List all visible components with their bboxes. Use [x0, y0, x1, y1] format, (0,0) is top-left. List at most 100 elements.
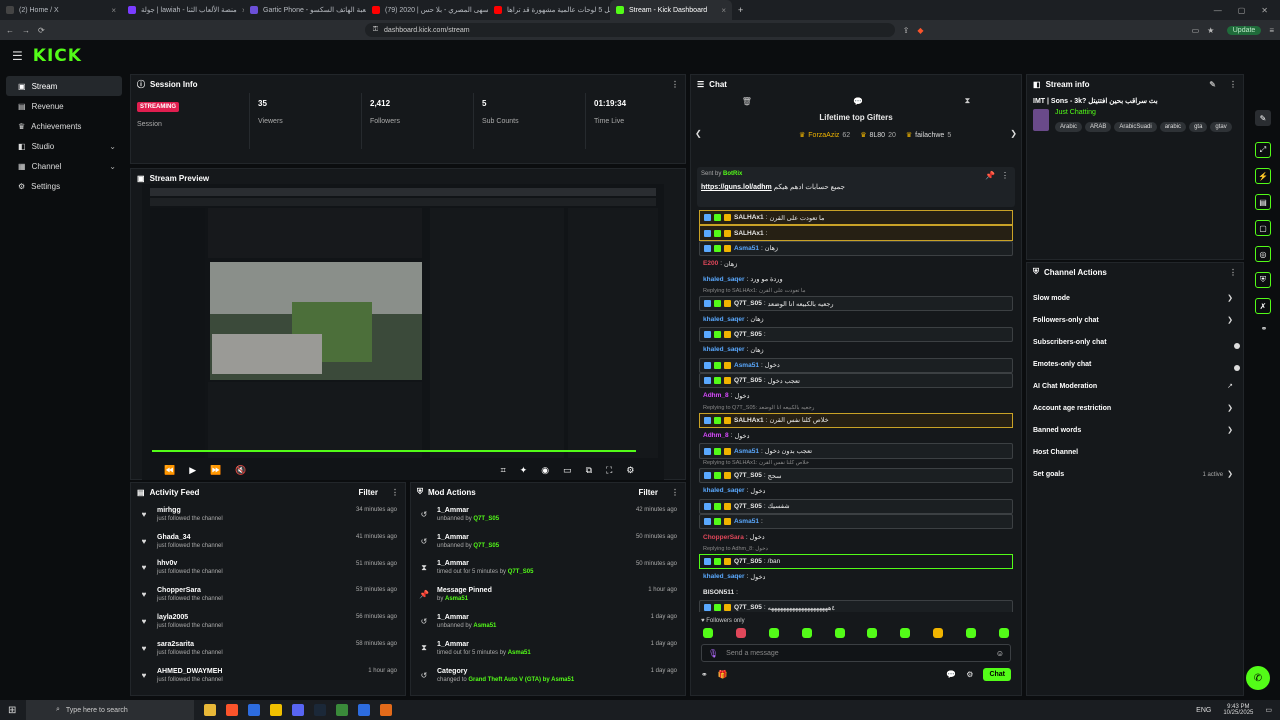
chat-username[interactable]: Q7T_S05: [734, 377, 762, 384]
sidebar-item-settings[interactable]: ⚙ Settings: [6, 176, 122, 196]
expand-icon[interactable]: ⤢: [1255, 142, 1271, 158]
kick-logo[interactable]: KICK: [33, 46, 82, 66]
more-icon[interactable]: ⋮: [1001, 171, 1009, 180]
chat-bubble-icon[interactable]: 💬: [853, 97, 863, 106]
chevron-right-icon[interactable]: ❯: [1010, 129, 1017, 138]
chat-username[interactable]: Q7T_S05: [734, 472, 762, 479]
link-icon[interactable]: ⚭: [701, 670, 708, 679]
sidebar-item-studio[interactable]: ◧ Studio ⌄: [6, 136, 122, 156]
activity-username[interactable]: Ghada_34: [157, 534, 223, 541]
reload-icon[interactable]: ⟳: [38, 26, 45, 35]
chat-username[interactable]: Q7T_S05: [734, 331, 762, 338]
channel-action-host-channel[interactable]: Host Channel: [1027, 441, 1243, 463]
app-icon[interactable]: [336, 704, 348, 716]
channel-action-control[interactable]: 1 active ❯: [1202, 470, 1233, 478]
sidebar-item-achievements[interactable]: ♛ Achievements: [6, 116, 122, 136]
mod-action-by[interactable]: Asma51: [445, 596, 468, 602]
rewind-icon[interactable]: ⏪: [164, 465, 175, 476]
app-icon[interactable]: [270, 704, 282, 716]
chevron-down-icon[interactable]: ⌄: [109, 162, 116, 171]
chat-username[interactable]: khaled_saqer: [703, 316, 745, 323]
app-icon[interactable]: [380, 704, 392, 716]
channel-action-set-goals[interactable]: Set goals 1 active ❯: [1027, 463, 1243, 485]
notification-icon[interactable]: ▭: [1265, 706, 1272, 714]
activity-username[interactable]: layla2005: [157, 614, 223, 621]
stream-tag[interactable]: Arabic: [1055, 122, 1083, 132]
sidebar-item-stream[interactable]: ▣ Stream: [6, 76, 122, 96]
settings-icon[interactable]: ⚙: [626, 465, 634, 476]
minimize-icon[interactable]: —: [1214, 6, 1222, 15]
chat-username[interactable]: Asma51: [734, 362, 759, 369]
chat-username[interactable]: Asma51: [734, 448, 759, 455]
activity-filter-button[interactable]: Filter: [358, 488, 378, 497]
taskbar-search[interactable]: ⌕ Type here to search: [26, 700, 194, 720]
chat-username[interactable]: Asma51: [734, 245, 759, 252]
browser-tab[interactable]: Gartic Phone - لعبة الهاتف السكسو×: [244, 0, 366, 20]
browser-tab[interactable]: (2) Home / X ×: [0, 0, 122, 20]
chat-username[interactable]: khaled_saqer: [703, 346, 745, 353]
more-icon[interactable]: ⋮: [391, 488, 399, 497]
chat-username[interactable]: ChopperSara: [703, 534, 744, 541]
chat-username[interactable]: Q7T_S05: [734, 604, 762, 611]
gifter-name[interactable]: failachwe: [915, 132, 944, 139]
browser-tab[interactable]: Stream - Kick Dashboard ×: [610, 0, 732, 20]
discord-icon[interactable]: [292, 704, 304, 716]
emote-icon[interactable]: [735, 628, 746, 638]
microphone-icon[interactable]: 🎙: [708, 649, 718, 658]
emote-icon[interactable]: [966, 628, 976, 638]
mod-action-by[interactable]: Q7T_S05: [473, 543, 499, 549]
activity-username[interactable]: ChopperSara: [157, 587, 223, 594]
pinned-link[interactable]: https://guns.lol/adhm: [701, 184, 772, 191]
gear-icon[interactable]: ⚙: [966, 670, 973, 679]
fullscreen-icon[interactable]: ⛶: [606, 465, 612, 476]
back-icon[interactable]: ←: [6, 26, 14, 35]
gifter-name[interactable]: ForzaAziz: [808, 132, 839, 139]
chat-username[interactable]: Adhm_8: [703, 392, 729, 399]
more-icon[interactable]: ⋮: [671, 488, 679, 497]
chat-input[interactable]: 🎙 Send a message ☺: [701, 644, 1011, 662]
brave-icon[interactable]: [226, 704, 238, 716]
category-name[interactable]: Just Chatting: [1055, 109, 1232, 116]
channel-action-control[interactable]: ↗: [1227, 382, 1233, 390]
lightning-icon[interactable]: ⚡: [1255, 168, 1271, 184]
emote-icon[interactable]: [801, 628, 812, 638]
mod-action-target[interactable]: 1_Ammar: [437, 641, 531, 648]
chat-username[interactable]: Q7T_S05: [734, 300, 762, 307]
channel-action-slow-mode[interactable]: Slow mode ❯: [1027, 287, 1243, 309]
mod-action-by[interactable]: Grand Theft Auto V (GTA) by Asma51: [468, 677, 574, 683]
browser-tab[interactable]: (79) سهى المصري - بلا حس | 2020 | (×: [366, 0, 488, 20]
maximize-icon[interactable]: ▢: [1238, 6, 1246, 15]
mute-icon[interactable]: 🔇: [235, 465, 246, 476]
steam-icon[interactable]: [314, 704, 326, 716]
more-icon[interactable]: ⋮: [671, 80, 679, 89]
channel-action-ai-chat-moderation[interactable]: AI Chat Moderation ↗: [1027, 375, 1243, 397]
close-window-icon[interactable]: ✕: [1261, 6, 1268, 15]
update-button[interactable]: Update: [1226, 25, 1262, 35]
chevron-down-icon[interactable]: ⌄: [109, 142, 116, 151]
emote-icon[interactable]: [900, 628, 911, 638]
send-chat-button[interactable]: Chat: [983, 668, 1011, 681]
chat-username[interactable]: Q7T_S05: [734, 503, 762, 510]
more-icon[interactable]: ⋮: [1229, 80, 1237, 89]
mod-action-target[interactable]: 1_Ammar: [437, 614, 496, 621]
activity-username[interactable]: mirhgg: [157, 507, 223, 514]
mod-action-target[interactable]: Message Pinned: [437, 587, 492, 594]
pip-icon[interactable]: ⧉: [586, 465, 592, 476]
mod-action-by[interactable]: Asma51: [473, 623, 496, 629]
file-explorer-icon[interactable]: [204, 704, 216, 716]
channel-action-followers-only-chat[interactable]: Followers-only chat ❯: [1027, 309, 1243, 331]
link-icon[interactable]: ⚭: [1255, 324, 1273, 333]
chat-username[interactable]: Adhm_8: [703, 432, 729, 439]
clip-icon[interactable]: ◉: [541, 465, 549, 476]
broadcast-icon[interactable]: ◎: [1255, 246, 1271, 262]
mod-action-by[interactable]: Q7T_S05: [508, 569, 534, 575]
chat-username[interactable]: SALHAx1: [734, 214, 764, 221]
channel-action-control[interactable]: ❯: [1227, 426, 1233, 434]
share-icon[interactable]: ⇪: [903, 26, 910, 35]
support-button[interactable]: ✆: [1246, 666, 1270, 690]
fast-forward-icon[interactable]: ⏩: [210, 465, 221, 476]
mod-action-target[interactable]: 1_Ammar: [437, 560, 533, 567]
address-bar[interactable]: ⚿ dashboard.kick.com/stream: [364, 23, 895, 37]
channel-action-control[interactable]: ❯: [1227, 404, 1233, 412]
stream-tag[interactable]: ArabicSuadi: [1114, 122, 1157, 132]
